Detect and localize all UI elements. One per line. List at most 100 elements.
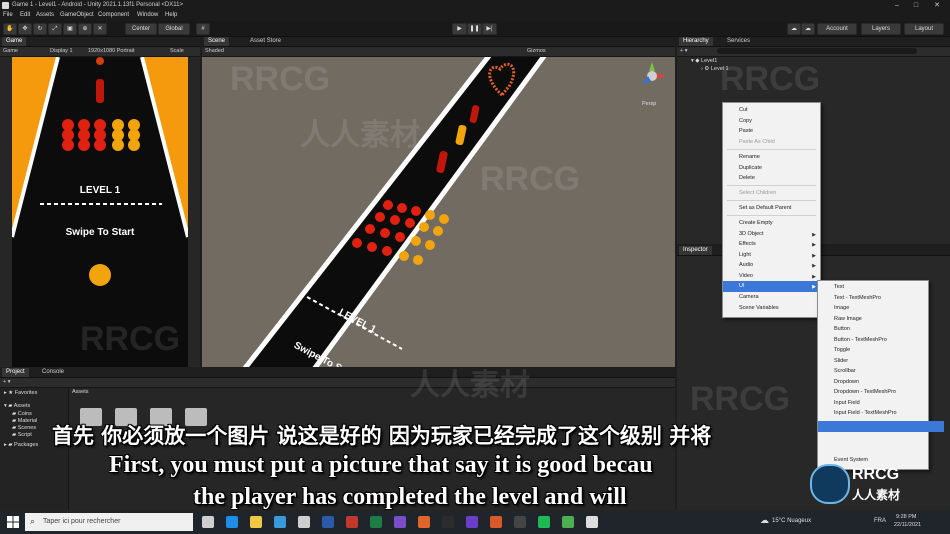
hierarchy-search-input[interactable] — [717, 48, 917, 54]
ctx-cut[interactable]: Cut — [723, 105, 836, 116]
hand-tool-icon[interactable]: ✋ — [3, 23, 17, 35]
rotate-tool-icon[interactable]: ↻ — [33, 23, 47, 35]
ctx-paste-as-child[interactable]: Paste As Child — [723, 137, 836, 148]
ctx-effects[interactable]: Effects ▶ — [723, 239, 820, 250]
create-plus-icon[interactable]: + ▾ — [680, 48, 688, 54]
ctx-create-empty[interactable]: Create Empty — [723, 218, 836, 229]
ui-button-tmp[interactable]: Button - TextMeshPro — [818, 335, 944, 346]
pause-button[interactable]: ❚❚ — [467, 23, 482, 35]
hierarchy-child-item[interactable]: › ⚙ Level 1 — [701, 66, 729, 72]
edge-icon[interactable] — [226, 516, 238, 528]
excel-icon[interactable] — [370, 516, 382, 528]
ctx-video[interactable]: Video ▶ — [723, 271, 820, 282]
ctx-3d-object[interactable]: 3D Object ▶ — [723, 229, 820, 240]
game-mode-dropdown[interactable]: Game — [3, 48, 18, 54]
ui-scrollbar[interactable]: Scrollbar — [818, 366, 944, 377]
ui-toggle[interactable]: Toggle — [818, 345, 944, 356]
scene-orientation-gizmo[interactable] — [638, 62, 666, 90]
tab-services[interactable]: Services — [723, 37, 754, 46]
menu-file[interactable]: File — [3, 12, 13, 18]
ctx-rename[interactable]: Rename — [723, 152, 836, 163]
ui-input-field-tmp[interactable]: Input Field - TextMeshPro — [818, 408, 944, 419]
ctx-delete[interactable]: Delete — [723, 173, 836, 184]
ui-highlighted-item[interactable] — [818, 421, 944, 432]
persp-label[interactable]: Persp — [642, 101, 656, 107]
task-view-icon[interactable] — [202, 516, 214, 528]
scale-slider-label[interactable]: Scale — [170, 48, 184, 54]
menu-help[interactable]: Help — [165, 12, 177, 18]
tab-hierarchy[interactable]: Hierarchy — [679, 37, 713, 46]
menu-assets[interactable]: Assets — [36, 12, 54, 18]
project-create-icon[interactable]: + ▾ — [3, 379, 11, 385]
folder-item[interactable]: ▰ Scenes — [12, 425, 36, 431]
rect-tool-icon[interactable]: ▣ — [63, 23, 77, 35]
folder-item[interactable]: ▰ Material — [12, 418, 37, 424]
acrobat-icon[interactable] — [346, 516, 358, 528]
clock-time[interactable]: 9:28 PM — [896, 514, 916, 520]
favorites-item[interactable]: ▸ ★ Favorites — [4, 390, 37, 396]
move-tool-icon[interactable]: ✥ — [18, 23, 32, 35]
language-indicator[interactable]: FRA — [874, 518, 886, 524]
app-icon[interactable] — [394, 516, 406, 528]
pivot-center-toggle[interactable]: Center — [125, 23, 157, 35]
project-breadcrumb[interactable]: Assets — [72, 389, 89, 395]
ui-input-field[interactable]: Input Field — [818, 398, 944, 409]
unity-icon[interactable] — [586, 516, 598, 528]
ctx-set-default-parent[interactable]: Set as Default Parent — [723, 203, 836, 214]
tab-console[interactable]: Console — [38, 368, 68, 377]
clock-date[interactable]: 22/11/2021 — [894, 522, 921, 528]
visual-studio-icon[interactable] — [466, 516, 478, 528]
word-icon[interactable] — [322, 516, 334, 528]
ctx-ui[interactable]: UI ▶ — [723, 281, 820, 292]
scale-tool-icon[interactable]: ⤢ — [48, 23, 62, 35]
cloud-icon[interactable]: ☁ — [801, 23, 815, 35]
ui-text-tmp[interactable]: Text - TextMeshPro — [818, 293, 944, 304]
packages-item[interactable]: ▸ ▰ Packages — [4, 442, 38, 448]
github-icon[interactable] — [514, 516, 526, 528]
ui-raw-image[interactable]: Raw Image — [818, 314, 944, 325]
windows-start-icon[interactable] — [7, 516, 19, 528]
ctx-copy[interactable]: Copy — [723, 116, 836, 127]
gizmos-dropdown[interactable]: Gizmos — [527, 48, 546, 54]
maximize-icon[interactable]: □ — [909, 1, 923, 10]
layout-dropdown[interactable]: Layout — [904, 23, 944, 35]
account-dropdown[interactable]: Account — [817, 23, 857, 35]
app-icon[interactable] — [490, 516, 502, 528]
game-view[interactable]: LEVEL 1 Swipe To Start — [12, 57, 188, 367]
minimize-icon[interactable]: – — [890, 1, 904, 10]
collab-icon[interactable]: ☁ — [787, 23, 801, 35]
scene-view[interactable]: LEVEL 1 Swipe To S Persp — [202, 57, 675, 367]
ui-image[interactable]: Image — [818, 303, 944, 314]
ctx-audio[interactable]: Audio ▶ — [723, 260, 820, 271]
grid-snap-icon[interactable]: # — [196, 23, 210, 35]
folder-item[interactable]: ▰ Script — [12, 432, 32, 438]
folder-item[interactable]: ▰ Coins — [12, 411, 32, 417]
ctx-duplicate[interactable]: Duplicate — [723, 163, 836, 174]
tab-scene[interactable]: Scene — [204, 37, 230, 46]
layers-dropdown[interactable]: Layers — [861, 23, 901, 35]
step-button[interactable]: ▶| — [482, 23, 497, 35]
file-explorer-icon[interactable] — [250, 516, 262, 528]
menu-edit[interactable]: Edit — [20, 12, 30, 18]
menu-window[interactable]: Window — [137, 12, 158, 18]
store-icon[interactable] — [274, 516, 286, 528]
ui-text[interactable]: Text — [818, 282, 944, 293]
app-icon[interactable] — [418, 516, 430, 528]
app-icon[interactable] — [442, 516, 454, 528]
mail-icon[interactable] — [298, 516, 310, 528]
menu-gameobject[interactable]: GameObject — [60, 12, 94, 18]
menu-component[interactable]: Component — [98, 12, 129, 18]
hierarchy-scene-item[interactable]: ▾ ◆ Level1 — [691, 58, 717, 64]
tab-game[interactable]: Game — [2, 37, 27, 46]
tab-project[interactable]: Project — [2, 368, 29, 377]
taskbar-search-box[interactable]: ⌕ Taper ici pour rechercher — [25, 513, 193, 531]
ctx-light[interactable]: Light ▶ — [723, 250, 820, 261]
close-icon[interactable]: ✕ — [930, 1, 944, 10]
weather-text[interactable]: 15°C Nuageux — [772, 518, 811, 524]
pivot-global-toggle[interactable]: Global — [158, 23, 190, 35]
transform-tool-icon[interactable]: ⊕ — [78, 23, 92, 35]
ui-dropdown[interactable]: Dropdown — [818, 377, 944, 388]
resolution-dropdown[interactable]: 1920x1080 Portrait — [88, 48, 134, 54]
play-button[interactable]: ▶ — [452, 23, 467, 35]
display-dropdown[interactable]: Display 1 — [50, 48, 73, 54]
